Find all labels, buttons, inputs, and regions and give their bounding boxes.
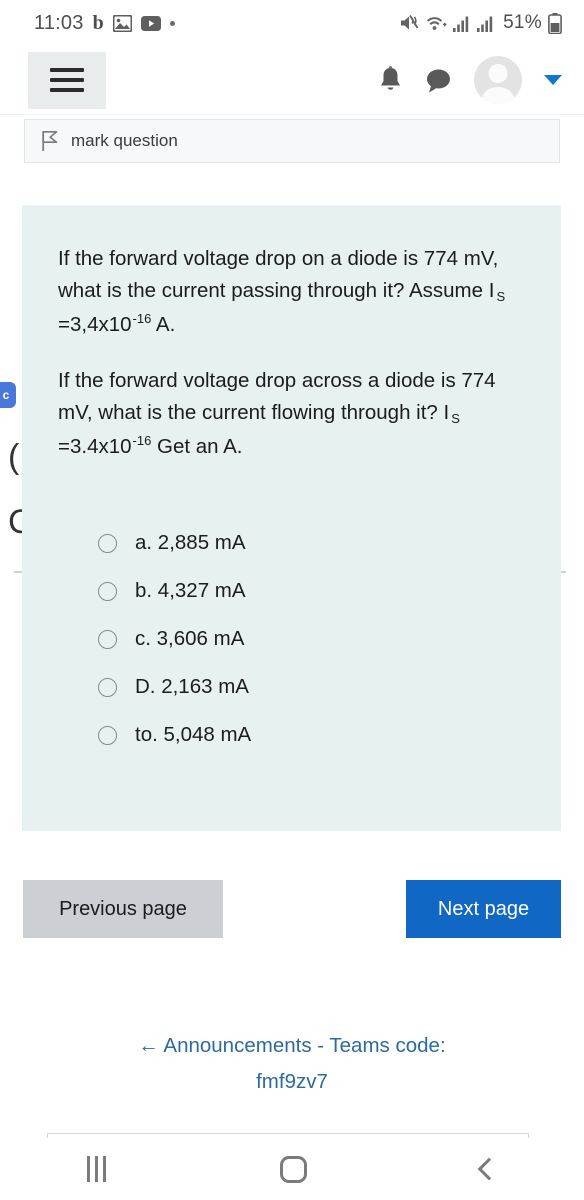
question-card: If the forward voltage drop on a diode i… — [22, 205, 561, 831]
radio-button-b[interactable] — [98, 581, 117, 601]
avatar[interactable] — [474, 56, 522, 104]
radio-button-c[interactable] — [98, 629, 117, 649]
header-actions — [378, 56, 562, 104]
hamburger-menu-icon[interactable] — [28, 51, 106, 109]
status-time: 11:03 — [34, 11, 84, 34]
mark-question-bar[interactable]: mark question — [24, 119, 560, 163]
radio-button-e[interactable] — [98, 725, 117, 745]
question-p2-text-b: =3.4x10 — [58, 435, 132, 458]
home-icon[interactable] — [280, 1155, 307, 1183]
answer-label-d: D. 2,163 mA — [135, 675, 249, 698]
question-paragraph-2: If the forward voltage drop across a dio… — [58, 365, 521, 465]
partial-badge-icon: c — [0, 382, 16, 408]
question-p1-text-b: =3,4x10 — [58, 313, 132, 336]
back-icon[interactable] — [477, 1157, 501, 1181]
question-p2-subscript: S — [451, 411, 460, 426]
battery-icon — [548, 12, 562, 34]
previous-page-button[interactable]: Previous page — [23, 880, 223, 938]
image-icon — [112, 14, 132, 32]
youtube-icon — [140, 15, 161, 31]
signal-bars-icon — [477, 15, 495, 32]
notification-bell-icon[interactable] — [378, 65, 403, 95]
radio-button-d[interactable] — [98, 677, 117, 697]
partial-glyph-left-1: ( — [8, 438, 20, 476]
phone-screen: 11:03 b 51% mark question c (C If the f… — [0, 0, 584, 1200]
question-p1-text-c: A. — [151, 313, 176, 336]
answer-label-b: b. 4,327 mA — [135, 579, 246, 602]
chevron-down-icon[interactable] — [544, 75, 562, 85]
recent-apps-icon[interactable] — [87, 1156, 106, 1182]
announcements-link-line-1: ← Announcements - Teams code: — [138, 1034, 446, 1057]
answer-option-c[interactable]: c. 3,606 mA — [58, 627, 521, 651]
chat-bubble-icon[interactable] — [425, 68, 452, 93]
radio-button-a[interactable] — [98, 533, 117, 553]
answer-options: a. 2,885 mA b. 4,327 mA c. 3,606 mA D. 2… — [58, 531, 521, 747]
status-bar-right: 51% — [400, 12, 562, 34]
system-navigation-bar — [0, 1138, 584, 1200]
app-header — [0, 46, 584, 115]
mark-question-label: mark question — [71, 131, 178, 150]
question-paragraph-1: If the forward voltage drop on a diode i… — [58, 243, 521, 343]
dot-icon — [169, 20, 175, 26]
answer-option-d[interactable]: D. 2,163 mA — [58, 675, 521, 699]
wifi-plus-icon — [426, 15, 447, 32]
question-p1-superscript: -16 — [132, 311, 152, 326]
answer-option-e[interactable]: to. 5,048 mA — [58, 723, 521, 747]
next-page-button[interactable]: Next page — [406, 880, 561, 938]
announcements-link[interactable]: ← Announcements - Teams code: fmf9zv7 — [0, 1028, 584, 1100]
question-p1-subscript: S — [496, 289, 506, 304]
question-p2-superscript: -16 — [132, 433, 152, 448]
page-navigation: Previous page Next page — [0, 880, 584, 938]
signal-bars-icon — [453, 15, 471, 32]
status-bar-left: 11:03 b — [34, 12, 175, 35]
question-p2-text-a: If the forward voltage drop across a dio… — [58, 369, 496, 424]
question-p1-text-a: If the forward voltage drop on a diode i… — [58, 247, 499, 302]
b-letter-icon: b — [92, 11, 104, 34]
status-bar: 11:03 b 51% — [0, 0, 584, 46]
question-p2-text-c: Get an A. — [151, 435, 243, 458]
partial-badge-letter: c — [2, 388, 10, 402]
answer-option-b[interactable]: b. 4,327 mA — [58, 579, 521, 603]
answer-label-c: c. 3,606 mA — [135, 627, 245, 650]
answer-label-a: a. 2,885 mA — [135, 531, 246, 554]
mute-icon — [400, 14, 420, 32]
announcements-link-line-2: fmf9zv7 — [256, 1070, 328, 1093]
battery-percent-label: 51% — [503, 12, 542, 33]
answer-label-e: to. 5,048 mA — [135, 723, 252, 746]
answer-option-a[interactable]: a. 2,885 mA — [58, 531, 521, 555]
flag-outline-icon[interactable] — [41, 130, 60, 152]
